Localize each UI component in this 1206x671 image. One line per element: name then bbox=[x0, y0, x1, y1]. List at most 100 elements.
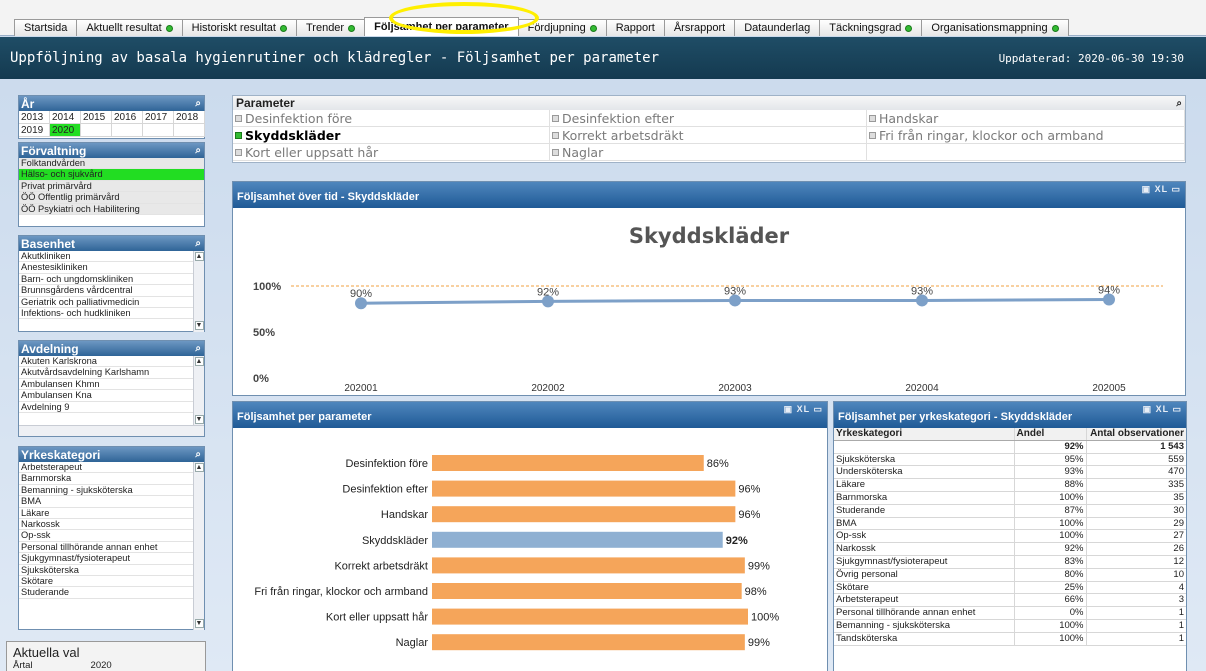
tab-bar: Startsida Aktuellt resultat Historiskt res… bbox=[0, 0, 1206, 36]
scrollbar[interactable]: ▲ ▼ bbox=[193, 462, 204, 630]
panel-icons[interactable]: ▣ XL ▭ bbox=[1142, 184, 1181, 195]
category-label: Handskar bbox=[381, 509, 428, 521]
list-item[interactable]: Hälso- och sjukvård bbox=[19, 169, 204, 181]
scroll-track[interactable] bbox=[194, 262, 204, 320]
table-row[interactable]: BMA 100% 29 bbox=[834, 517, 1186, 531]
table-row[interactable]: Sjukgymnast/fysioterapeut 83% 12 bbox=[834, 555, 1186, 569]
list-item[interactable]: Infektions- och hudkliniken bbox=[19, 308, 204, 320]
scroll-up-icon[interactable]: ▲ bbox=[194, 357, 204, 366]
list-item[interactable]: Ambulansen Kna bbox=[19, 390, 204, 402]
list-item[interactable]: Barnmorska bbox=[19, 473, 204, 485]
scrollbar[interactable]: ▲ ▼ bbox=[193, 356, 204, 426]
list-item[interactable]: Personal tillhörande annan enhet bbox=[19, 542, 204, 554]
list-item[interactable]: Studerande bbox=[19, 587, 204, 599]
list-item[interactable]: Arbetsterapeut bbox=[19, 462, 204, 474]
data-label: 94% bbox=[1098, 285, 1120, 297]
list-item[interactable]: ÖÖ Offentlig primärvård bbox=[19, 192, 204, 204]
list-item[interactable]: BMA bbox=[19, 496, 204, 508]
list-item[interactable]: Anestesikliniken bbox=[19, 262, 204, 274]
year-item[interactable]: 2019 bbox=[19, 124, 50, 137]
parameter-item[interactable] bbox=[867, 144, 1185, 161]
tab-8[interactable]: Dataunderlag bbox=[734, 19, 821, 36]
list-item[interactable]: Barn- och ungdomskliniken bbox=[19, 274, 204, 286]
list-item[interactable]: Privat primärvård bbox=[19, 180, 204, 193]
parameter-item[interactable]: Naglar bbox=[550, 144, 867, 161]
parameter-item[interactable]: Korrekt arbetsdräkt bbox=[550, 127, 867, 144]
list-item[interactable]: Akuten Karlskrona bbox=[19, 356, 204, 368]
scroll-track[interactable] bbox=[194, 367, 204, 414]
parameter-item[interactable]: Desinfektion efter bbox=[550, 110, 867, 127]
search-icon[interactable]: ⌕ bbox=[195, 343, 204, 354]
table-row[interactable]: Övrig personal 80% 10 bbox=[834, 568, 1186, 582]
panel-icons[interactable]: ▣ XL ▭ bbox=[1143, 404, 1182, 415]
tab-9[interactable]: Täckningsgrad bbox=[819, 19, 923, 36]
year-item[interactable]: 2016 bbox=[112, 111, 143, 124]
search-icon[interactable]: ⌕ bbox=[195, 238, 204, 249]
list-item[interactable]: Skötare bbox=[19, 576, 204, 588]
parameter-item[interactable]: Skyddskläder bbox=[233, 127, 550, 144]
list-item[interactable]: Sjuksköterska bbox=[19, 565, 204, 576]
list-item[interactable]: Avdelning 9 bbox=[19, 402, 204, 413]
search-icon[interactable]: ⌕ bbox=[195, 449, 204, 460]
scroll-up-icon[interactable]: ▲ bbox=[194, 252, 204, 261]
scroll-up-icon[interactable]: ▲ bbox=[194, 463, 204, 472]
column-header[interactable]: Andel bbox=[1014, 428, 1087, 441]
table-cell: 93% bbox=[1014, 465, 1087, 480]
table-row[interactable]: Barnmorska 100% 35 bbox=[834, 491, 1186, 505]
list-item[interactable]: Op-ssk bbox=[19, 530, 204, 542]
search-icon[interactable]: ⌕ bbox=[195, 145, 204, 156]
scrollbar[interactable]: ▲ ▼ bbox=[193, 251, 204, 332]
table-row[interactable]: Op-ssk 100% 27 bbox=[834, 529, 1186, 544]
search-icon[interactable]: ⌕ bbox=[1176, 98, 1185, 109]
list-item[interactable]: Geriatrik och palliativmedicin bbox=[19, 297, 204, 308]
list-item[interactable]: Narkossk bbox=[19, 519, 204, 531]
year-item[interactable]: 2017 bbox=[143, 111, 174, 124]
list-item[interactable]: Ambulansen Khmn bbox=[19, 379, 204, 391]
table-row[interactable]: Undersköterska 93% 470 bbox=[834, 465, 1186, 480]
table-row[interactable]: Skötare 25% 4 bbox=[834, 581, 1186, 595]
year-item[interactable]: 2015 bbox=[81, 111, 112, 124]
scroll-down-icon[interactable]: ▼ bbox=[194, 321, 204, 330]
panel-icons[interactable]: ▣ XL ▭ bbox=[784, 404, 823, 415]
list-item[interactable]: Akutvårdsavdelning Karlshamn bbox=[19, 367, 204, 379]
parameter-item[interactable]: Fri från ringar, klockor och armband bbox=[867, 127, 1185, 144]
table-row[interactable]: Läkare 88% 335 bbox=[834, 478, 1186, 492]
tab-3[interactable]: Trender bbox=[295, 19, 366, 36]
list-item[interactable]: Folktandvården bbox=[19, 158, 204, 170]
year-item[interactable]: 2018 bbox=[174, 111, 205, 124]
column-header[interactable]: Yrkeskategori bbox=[834, 428, 1015, 441]
parameter-item[interactable]: Kort eller uppsatt hår bbox=[233, 144, 550, 161]
tab-2[interactable]: Historiskt resultat bbox=[181, 19, 297, 36]
parameter-item[interactable]: Desinfektion före bbox=[233, 110, 550, 127]
current-selection-row[interactable]: Årtal 2020 bbox=[7, 660, 205, 671]
scroll-down-icon[interactable]: ▼ bbox=[194, 619, 204, 628]
list-item[interactable]: Bemanning - sjuksköterska bbox=[19, 485, 204, 497]
search-icon[interactable]: ⌕ bbox=[195, 98, 204, 109]
year-item[interactable]: 2020 bbox=[50, 124, 81, 137]
list-item[interactable]: Akutkliniken bbox=[19, 251, 204, 263]
tab-10[interactable]: Organisationsmappning bbox=[921, 19, 1069, 36]
year-item[interactable]: 2013 bbox=[19, 111, 50, 124]
horizontal-scrollbar[interactable] bbox=[19, 425, 204, 436]
tab-1[interactable]: Aktuellt resultat bbox=[76, 19, 183, 36]
table-row[interactable]: Studerande 87% 30 bbox=[834, 504, 1186, 518]
list-item[interactable]: Brunnsgårdens vårdcentral bbox=[19, 285, 204, 297]
scroll-down-icon[interactable]: ▼ bbox=[194, 415, 204, 424]
list-item[interactable]: Läkare bbox=[19, 508, 204, 519]
table-row[interactable]: Arbetsterapeut 66% 3 bbox=[834, 593, 1186, 608]
x-tick-label: 202003 bbox=[718, 383, 752, 394]
parameter-item[interactable]: Handskar bbox=[867, 110, 1185, 127]
column-header[interactable]: Antal observationer bbox=[1086, 428, 1186, 441]
list-item[interactable]: Sjukgymnast/fysioterapeut bbox=[19, 553, 204, 565]
tab-6[interactable]: Rapport bbox=[605, 19, 665, 36]
list-item[interactable]: ÖÖ Psykiatri och Habilitering bbox=[19, 203, 204, 215]
tab-7[interactable]: Årsrapport bbox=[663, 19, 736, 36]
table-row[interactable]: Bemanning - sjuksköterska 100% 1 bbox=[834, 619, 1186, 633]
year-item[interactable]: 2014 bbox=[50, 111, 81, 124]
tab-0[interactable]: Startsida bbox=[14, 19, 78, 36]
table-row[interactable]: Sjuksköterska 95% 559 bbox=[834, 453, 1186, 467]
table-row[interactable]: Personal tillhörande annan enhet 0% 1 bbox=[834, 606, 1186, 620]
table-row[interactable]: Narkossk 92% 26 bbox=[834, 542, 1186, 556]
scroll-track[interactable] bbox=[194, 473, 204, 618]
table-row[interactable]: Tandsköterska 100% 1 bbox=[834, 632, 1186, 646]
